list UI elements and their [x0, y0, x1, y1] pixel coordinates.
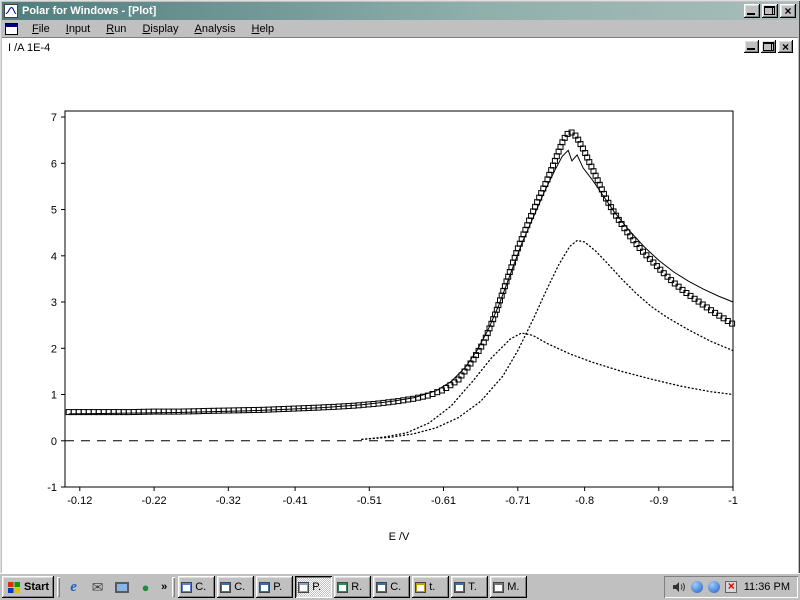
- x-tick-label: -0.32: [216, 495, 241, 507]
- quick-launch-internet-explorer-icon[interactable]: [63, 577, 84, 597]
- plot-frame: [65, 111, 733, 487]
- quick-launch-outlook-icon[interactable]: [87, 577, 108, 597]
- taskbar: Start » C. C. P. P. R. C. t. T. M.: [0, 573, 800, 600]
- restore-icon: [764, 6, 775, 15]
- task-label: R.: [351, 581, 362, 593]
- y-tick-label: 4: [51, 251, 57, 263]
- menu-input[interactable]: Input: [58, 21, 98, 37]
- close-button[interactable]: [780, 4, 796, 18]
- polar-main-window: Polar for Windows - [Plot] File Input Ru…: [0, 0, 800, 600]
- task-label: P.: [273, 581, 282, 593]
- titlebar: Polar for Windows - [Plot]: [2, 2, 798, 20]
- task-button[interactable]: C.: [178, 576, 215, 598]
- task-icon: [376, 582, 387, 593]
- window-title: Polar for Windows - [Plot]: [22, 5, 740, 17]
- volume-icon[interactable]: [672, 581, 686, 593]
- y-tick-label: 5: [51, 205, 57, 217]
- tasks-handle[interactable]: [172, 577, 175, 597]
- task-label: M.: [507, 581, 519, 593]
- restore-button[interactable]: [762, 4, 778, 18]
- window-controls: [744, 4, 796, 18]
- tray-error-icon[interactable]: [725, 581, 737, 593]
- tray-status-icon-2[interactable]: [708, 581, 720, 593]
- windows-logo-icon: [7, 581, 21, 594]
- quick-launch-channels-icon[interactable]: [135, 577, 156, 597]
- series-measured-data-squares: [66, 130, 734, 415]
- task-icon: [454, 582, 465, 593]
- app-icon[interactable]: [4, 4, 18, 18]
- task-icon: [220, 582, 231, 593]
- x-tick-label: -0.22: [142, 495, 167, 507]
- task-label: t.: [429, 581, 435, 593]
- task-icon: [259, 582, 270, 593]
- menu-display[interactable]: Display: [134, 21, 186, 37]
- taskbar-clock: 11:36 PM: [742, 581, 790, 593]
- channels-icon: [142, 580, 150, 595]
- quick-launch-handle[interactable]: [57, 577, 60, 597]
- x-axis-label: E /V: [389, 531, 410, 543]
- plot-client-area: I /A 1E-4 76543210-1-0.12-0.22-0.32-0.41…: [2, 37, 798, 573]
- tray-status-icon-1[interactable]: [691, 581, 703, 593]
- y-tick-label: 6: [51, 158, 57, 170]
- task-buttons: C. C. P. P. R. C. t. T. M.: [178, 576, 527, 598]
- y-tick-label: 0: [51, 436, 57, 448]
- start-button[interactable]: Start: [2, 576, 54, 598]
- menu-help[interactable]: Help: [243, 21, 282, 37]
- x-tick-label: -0.61: [431, 495, 456, 507]
- y-tick-label: -1: [47, 482, 57, 494]
- task-label: P.: [312, 581, 321, 593]
- quick-launch-show-desktop-icon[interactable]: [111, 577, 132, 597]
- task-label: C.: [195, 581, 206, 593]
- polarogram-chart: 7 6 5 4 3 2 1 0 -1 -0.12 -0.22 -0.32 -0.41 -0.51 -0.61…: [2, 38, 798, 574]
- y-tick-label: 7: [51, 112, 57, 124]
- x-tick-label: -0.8: [575, 495, 594, 507]
- desktop-icon: [115, 582, 129, 593]
- x-tick-label: -1: [728, 495, 738, 507]
- task-button[interactable]: T.: [451, 576, 488, 598]
- task-icon: [493, 582, 504, 593]
- close-icon: [780, 4, 796, 18]
- mdi-child-system-icon[interactable]: [5, 23, 18, 35]
- task-icon: [337, 582, 348, 593]
- y-tick-label: 2: [51, 343, 57, 355]
- task-button[interactable]: C.: [217, 576, 254, 598]
- task-button[interactable]: M.: [490, 576, 527, 598]
- task-button[interactable]: P.: [256, 576, 293, 598]
- x-tick-label: -0.71: [505, 495, 530, 507]
- ie-icon: [70, 579, 77, 596]
- series-component-peak-1-dotted: [362, 241, 733, 440]
- task-icon: [298, 582, 309, 593]
- system-tray: 11:36 PM: [664, 576, 798, 598]
- task-label: C.: [390, 581, 401, 593]
- x-tick-label: -0.9: [649, 495, 668, 507]
- y-tick-label: 3: [51, 297, 57, 309]
- series-component-peak-2-dotted: [362, 333, 733, 439]
- x-tick-label: -0.41: [283, 495, 308, 507]
- menu-file[interactable]: File: [24, 21, 58, 37]
- menu-run[interactable]: Run: [98, 21, 134, 37]
- task-button[interactable]: t.: [412, 576, 449, 598]
- menubar: File Input Run Display Analysis Help: [2, 20, 798, 37]
- quick-launch-more-chevron[interactable]: »: [159, 581, 169, 593]
- task-label: C.: [234, 581, 245, 593]
- start-label: Start: [24, 581, 49, 593]
- task-icon: [415, 582, 426, 593]
- x-tick-label: -0.51: [357, 495, 382, 507]
- task-button[interactable]: P.: [295, 576, 332, 598]
- task-button[interactable]: R.: [334, 576, 371, 598]
- x-tick-label: -0.12: [67, 495, 92, 507]
- minimize-button[interactable]: [744, 4, 760, 18]
- minimize-icon: [747, 13, 755, 15]
- menu-analysis[interactable]: Analysis: [187, 21, 244, 37]
- task-icon: [181, 582, 192, 593]
- y-tick-label: 1: [51, 390, 57, 402]
- task-button[interactable]: C.: [373, 576, 410, 598]
- task-label: T.: [468, 581, 477, 593]
- mail-icon: [92, 579, 104, 596]
